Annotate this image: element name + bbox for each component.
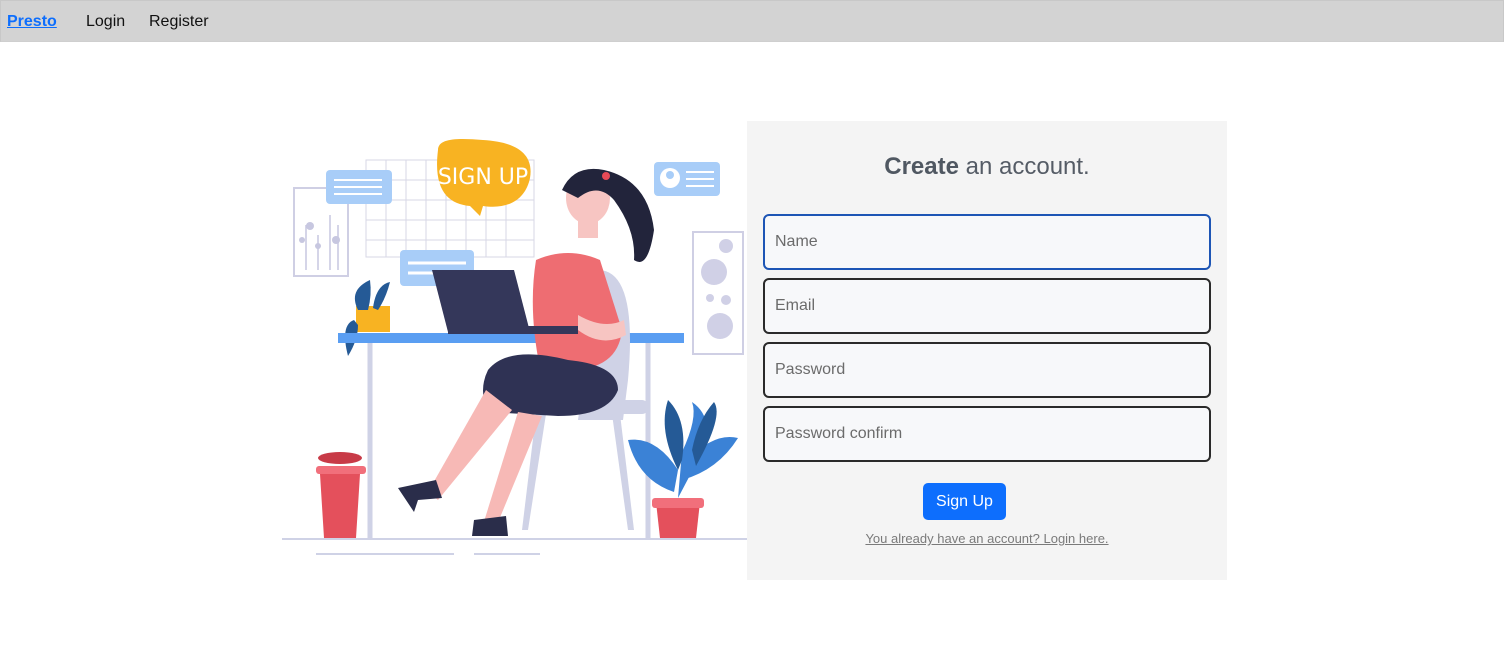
password-confirm-input[interactable] <box>765 408 1209 460</box>
large-plant <box>628 400 738 538</box>
brand-link[interactable]: Presto <box>7 13 57 31</box>
title-rest: an account. <box>958 153 1090 180</box>
password-confirm-field <box>763 406 1211 462</box>
email-field <box>763 278 1211 334</box>
password-field <box>763 342 1211 398</box>
sign-up-illustration: SIGN UP <box>282 139 748 555</box>
login-here-link[interactable]: You already have an account? Login here. <box>747 531 1227 546</box>
top-navbar: Presto Login Register <box>0 0 1504 42</box>
form-title: Create an account. <box>747 153 1227 181</box>
sign-up-button[interactable]: Sign Up <box>923 483 1006 520</box>
name-input[interactable] <box>765 216 1209 268</box>
desk-top <box>338 333 684 343</box>
title-strong: Create <box>884 153 959 180</box>
nav-register-link[interactable]: Register <box>149 13 209 31</box>
password-input[interactable] <box>765 344 1209 396</box>
nav-login-link[interactable]: Login <box>86 13 125 31</box>
name-field <box>763 214 1211 270</box>
email-input[interactable] <box>765 280 1209 332</box>
sign-up-text: SIGN UP <box>438 165 528 190</box>
trash-bin-icon <box>316 452 366 538</box>
